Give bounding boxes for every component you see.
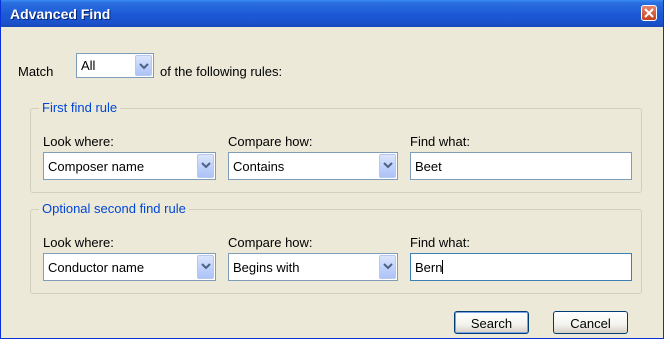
look-where-label: Look where: — [43, 235, 114, 250]
chevron-down-icon — [139, 63, 149, 70]
compare-how-select[interactable]: Begins with — [228, 253, 398, 281]
look-where-dropdown-button[interactable] — [197, 255, 214, 279]
second-find-rule-group: Optional second find rule Look where: Co… — [30, 201, 642, 294]
title-bar[interactable]: Advanced Find — [1, 0, 663, 27]
compare-how-label: Compare how: — [228, 235, 313, 250]
find-what-input[interactable]: Beet — [410, 152, 632, 180]
compare-how-label: Compare how: — [228, 134, 313, 149]
compare-how-dropdown-button[interactable] — [379, 255, 396, 279]
second-find-rule-legend: Optional second find rule — [39, 201, 189, 216]
match-mode-value: All — [81, 58, 96, 73]
chevron-down-icon — [383, 162, 393, 169]
text-caret — [442, 260, 444, 274]
look-where-select[interactable]: Conductor name — [43, 253, 216, 281]
search-button[interactable]: Search — [454, 311, 529, 334]
compare-how-value: Contains — [233, 159, 285, 174]
advanced-find-dialog: Advanced Find Match All of the following… — [0, 0, 664, 339]
match-label: Match — [18, 64, 54, 79]
find-what-label: Find what: — [410, 235, 470, 250]
look-where-dropdown-button[interactable] — [197, 154, 214, 178]
compare-how-select[interactable]: Contains — [228, 152, 398, 180]
look-where-value: Conductor name — [48, 260, 145, 275]
find-what-value: Beet — [415, 159, 442, 174]
look-where-select[interactable]: Composer name — [43, 152, 216, 180]
look-where-value: Composer name — [48, 159, 145, 174]
match-mode-select[interactable]: All — [76, 53, 154, 78]
match-mode-dropdown-button[interactable] — [135, 55, 152, 76]
chevron-down-icon — [201, 263, 211, 270]
compare-how-value: Begins with — [233, 260, 300, 275]
close-button[interactable] — [641, 5, 657, 21]
first-find-rule-group: First find rule Look where: Composer nam… — [30, 100, 642, 193]
look-where-label: Look where: — [43, 134, 114, 149]
cancel-button[interactable]: Cancel — [553, 311, 628, 334]
match-suffix-label: of the following rules: — [160, 64, 283, 79]
find-what-value: Bern — [415, 260, 444, 275]
close-icon — [644, 8, 654, 18]
find-what-input[interactable]: Bern — [410, 253, 632, 281]
chevron-down-icon — [383, 263, 393, 270]
first-find-rule-legend: First find rule — [39, 100, 121, 115]
find-what-label: Find what: — [410, 134, 470, 149]
compare-how-dropdown-button[interactable] — [379, 154, 396, 178]
window-title: Advanced Find — [10, 6, 111, 22]
chevron-down-icon — [201, 162, 211, 169]
find-what-text: Bern — [415, 260, 443, 275]
